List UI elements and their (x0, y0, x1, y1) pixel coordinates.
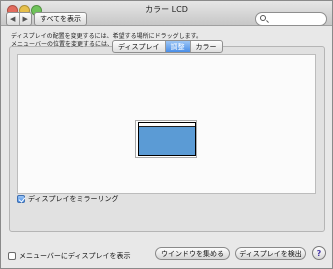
help-icon[interactable]: ? (312, 246, 326, 260)
search-input[interactable] (268, 13, 322, 23)
forward-icon[interactable]: ▶ (18, 13, 32, 25)
menu-bar-strip[interactable] (139, 123, 195, 127)
search-field[interactable] (255, 12, 327, 26)
display-icon[interactable] (138, 122, 196, 156)
mirror-displays-option[interactable]: ディスプレイをミラーリング (17, 194, 119, 204)
search-icon (260, 15, 266, 21)
mirror-displays-label: ディスプレイをミラーリング (28, 195, 119, 203)
show-displays-in-menubar-label: メニューバーにディスプレイを表示 (19, 252, 131, 260)
tab-color[interactable]: カラー (189, 41, 222, 52)
tab-bar: ディスプレイ 調整 カラー (112, 40, 223, 53)
detect-displays-button[interactable]: ディスプレイを検出 (235, 247, 306, 260)
show-displays-in-menubar-checkbox[interactable] (8, 252, 16, 260)
show-displays-in-menubar-option[interactable]: メニューバーにディスプレイを表示 (8, 251, 130, 261)
tab-display[interactable]: ディスプレイ (113, 41, 165, 52)
mirror-displays-checkbox[interactable] (17, 195, 25, 203)
nav-segment: ◀ ▶ (6, 12, 32, 26)
tab-arrangement[interactable]: 調整 (164, 41, 190, 52)
back-icon[interactable]: ◀ (7, 13, 19, 25)
show-all-button[interactable]: すべてを表示 (34, 12, 87, 26)
gather-windows-button[interactable]: ウインドウを集める (155, 247, 230, 260)
window: カラー LCD ◀ ▶ すべてを表示 ディスプレイ 調整 カラー ディスプレイの… (0, 0, 333, 269)
